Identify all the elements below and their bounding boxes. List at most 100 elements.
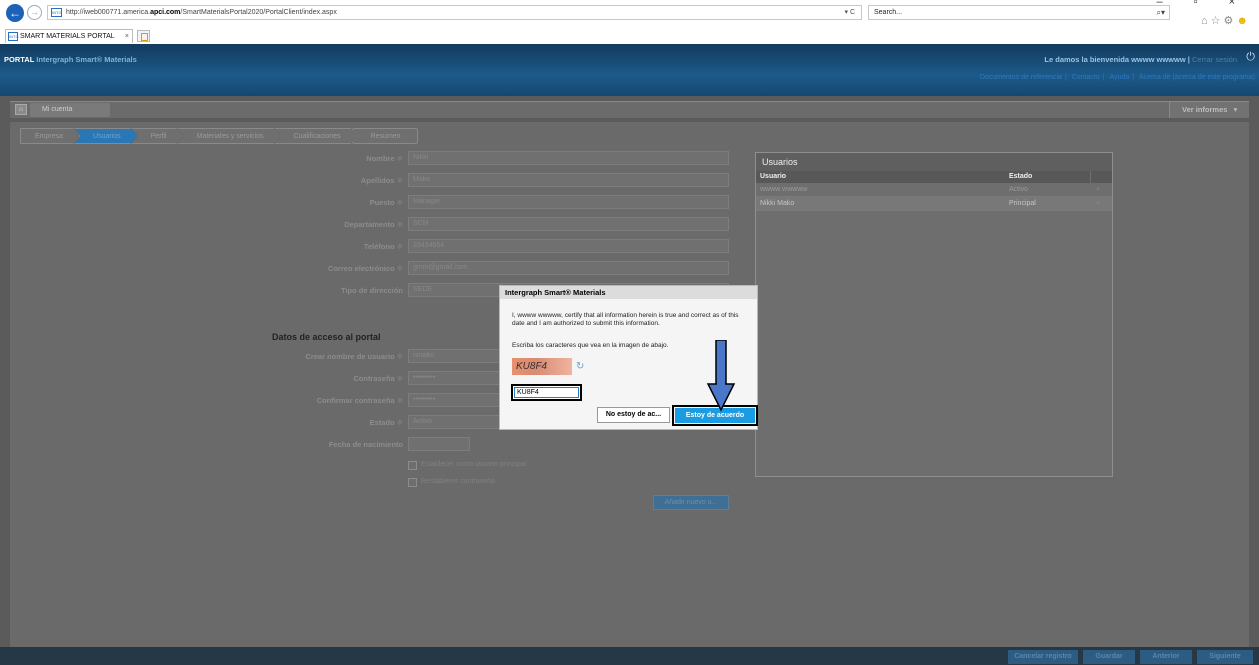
principal-user-label: Establecer como usuario principal (421, 461, 527, 468)
label-last-name: Apellidos ✱ (360, 176, 403, 185)
column-divider (1090, 171, 1091, 183)
label-email: Correo electrónico ✱ (327, 264, 403, 273)
brand-name: Intergraph Smart® Materials (36, 55, 137, 64)
close-tab-icon[interactable]: × (125, 30, 129, 43)
browser-search-input[interactable]: Search... ⌕▾ (868, 5, 1170, 20)
captcha-input-highlight (511, 384, 582, 401)
previous-button[interactable]: Anterior (1140, 650, 1192, 664)
step-qualifications[interactable]: Cualificaciones (275, 128, 358, 144)
back-arrow-icon[interactable]: ← (6, 4, 24, 22)
feedback-smiley-icon: ☻ (1236, 15, 1251, 27)
delete-icon[interactable]: × (1096, 183, 1100, 197)
dialog-title: Intergraph Smart® Materials (500, 286, 757, 299)
tab-my-account[interactable]: Mi cuenta (30, 103, 110, 117)
label-position: Puesto ✱ (369, 198, 403, 207)
step-company[interactable]: Empresa (20, 128, 80, 144)
user-name: wwww wwwww (760, 186, 808, 193)
add-new-user-button[interactable]: Añadir nuevo u... (653, 495, 729, 510)
next-button[interactable]: Siguiente (1197, 650, 1253, 664)
users-table-header: Usuario Estado (756, 171, 1112, 183)
delete-icon[interactable]: × (1096, 197, 1100, 211)
header-separator: | (1187, 55, 1190, 64)
browser-tab[interactable]: INTG SMART MATERIALS PORTAL × (5, 29, 133, 43)
tab-title: SMART MATERIALS PORTAL (20, 33, 115, 40)
reset-password-label: Restablecer contraseña (421, 478, 495, 485)
refresh-captcha-icon[interactable]: ↻ (576, 361, 584, 372)
disagree-button[interactable]: No estoy de ac... (597, 407, 670, 423)
step-summary[interactable]: Resumen (351, 128, 418, 144)
column-status: Estado (1009, 173, 1033, 180)
captcha-prompt: Escriba los caracteres que vea en la ima… (512, 342, 669, 349)
refresh-icon[interactable]: ▾ C (844, 6, 855, 19)
table-row[interactable]: wwww wwwww Activo × (756, 183, 1112, 197)
cancel-registration-button[interactable]: Cancelar registro (1008, 650, 1078, 664)
label-birth-date: Fecha de nacimiento (328, 440, 403, 449)
phone-field[interactable]: 33434654 (408, 239, 729, 253)
birth-date-field[interactable] (408, 437, 470, 451)
user-name: Nikki Mako (760, 200, 795, 207)
browser-toolbar: ← → INTG http://iweb000771.america.apci.… (0, 0, 1259, 44)
wizard-steps: Empresa Usuarios Perfil Materiales y ser… (20, 128, 418, 144)
captcha-input[interactable] (514, 387, 579, 398)
principal-user-checkbox[interactable] (408, 461, 417, 470)
home-icon[interactable]: ⌂ (15, 104, 27, 115)
last-name-field[interactable]: Mako (408, 173, 729, 187)
logout-link[interactable]: Cerrar sesión (1192, 55, 1237, 64)
url-prefix: http://iweb000771.america. (66, 9, 151, 16)
label-confirm-password: Confirmar contraseña ✱ (316, 396, 403, 405)
captcha-image: KU8F4 (512, 358, 572, 375)
column-user: Usuario (760, 173, 787, 180)
app-header: PORTAL Intergraph Smart® Materials Le da… (0, 44, 1259, 96)
link-reference-docs[interactable]: Documentos de referencia (980, 74, 1062, 81)
window-controls[interactable]: – ▫ × (1156, 0, 1249, 8)
link-contact[interactable]: Contacto (1072, 74, 1100, 81)
save-button[interactable]: Guardar (1083, 650, 1135, 664)
browser-toolbar-icons[interactable]: ⌂☆⚙☻ (1201, 14, 1251, 27)
power-icon[interactable]: ⏻ (1246, 51, 1255, 64)
label-status: Estado ✱ (369, 418, 403, 427)
annotation-down-arrow-icon (706, 340, 736, 412)
user-status: Principal (1009, 200, 1036, 207)
table-row[interactable]: Nikki Mako Principal × (756, 197, 1112, 211)
label-username: Crear nombre de usuario ✱ (305, 352, 403, 361)
forward-arrow-icon[interactable]: → (27, 5, 42, 20)
step-users[interactable]: Usuarios (74, 128, 138, 144)
users-panel: Usuarios Usuario Estado wwww wwwww Activ… (755, 152, 1113, 477)
label-first-name: Nombre ✱ (366, 154, 403, 163)
step-profile[interactable]: Perfil (132, 128, 184, 144)
user-status: Activo (1009, 186, 1029, 193)
users-panel-title: Usuarios (756, 153, 1112, 171)
account-bar: ⌂ Mi cuenta Ver informes ▾ (10, 101, 1249, 118)
reset-password-checkbox[interactable] (408, 478, 417, 487)
gear-icon: ⚙ (1223, 15, 1237, 27)
url-path: /SmartMaterialsPortal2020/PortalClient/i… (180, 9, 337, 16)
footer-bar: Cancelar registro Guardar Anterior Sigui… (0, 647, 1259, 665)
welcome-text: Le damos la bienvenida wwww wwwww (1044, 55, 1186, 64)
label-department: Departamento ✱ (344, 220, 403, 229)
brand-prefix: PORTAL (4, 55, 35, 64)
first-name-field[interactable]: Nikki (408, 151, 729, 165)
tab-favicon-icon: INTG (8, 32, 19, 41)
reports-label: Ver informes (1182, 105, 1228, 114)
home-icon: ⌂ (1201, 15, 1211, 27)
label-phone: Teléfono ✱ (363, 242, 403, 251)
position-field[interactable]: Manager (408, 195, 729, 209)
email-field[interactable]: gmm@gmail.com (408, 261, 729, 275)
label-password: Contraseña ✱ (353, 374, 403, 383)
portal-access-title: Datos de acceso al portal (272, 332, 381, 342)
link-help[interactable]: Ayuda (1110, 74, 1130, 81)
welcome-message: Le damos la bienvenida wwww wwwww | Cerr… (1044, 55, 1237, 64)
header-links: Documentos de referencia | Contacto | Ayud… (979, 74, 1255, 81)
step-materials-services[interactable]: Materiales y servicios (178, 128, 281, 144)
chevron-down-icon: ▾ (1233, 105, 1238, 114)
url-domain: apci.com (150, 9, 181, 16)
address-bar[interactable]: INTG http://iweb000771.america.apci.com/… (47, 5, 862, 20)
new-tab-button[interactable] (137, 30, 150, 42)
link-about[interactable]: Acerca de (acerca de este programa) (1139, 74, 1255, 81)
reports-dropdown[interactable]: Ver informes ▾ (1169, 102, 1249, 118)
search-placeholder: Search... (874, 9, 903, 16)
brand: PORTAL Intergraph Smart® Materials (4, 55, 137, 64)
label-address-type: Tipo de dirección (341, 286, 403, 295)
certification-text: I, wwww wwwww, certify that all informat… (512, 312, 739, 327)
department-field[interactable]: SCM (408, 217, 729, 231)
